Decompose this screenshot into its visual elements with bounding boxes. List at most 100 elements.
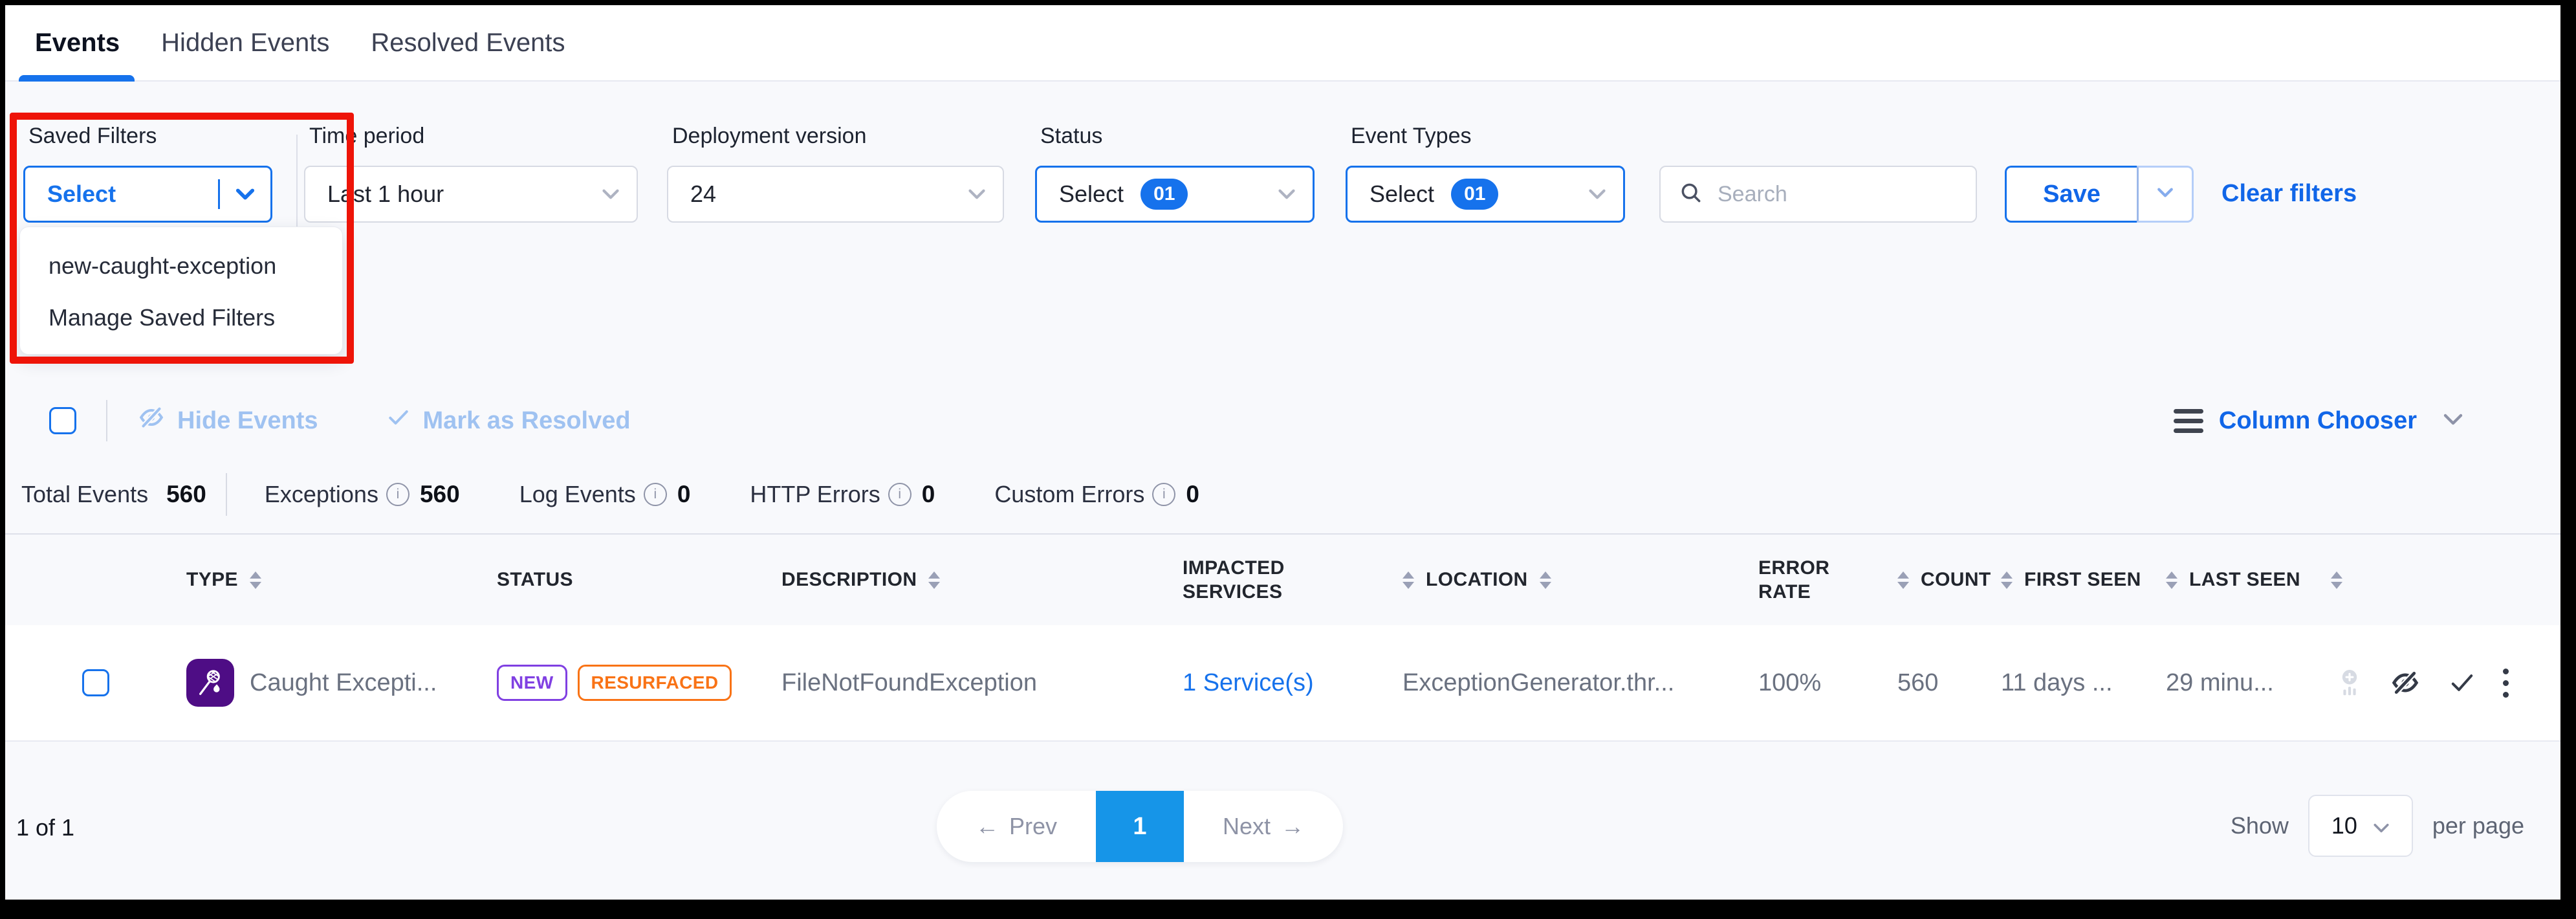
tab-events[interactable]: Events	[35, 5, 120, 80]
status-value: Select	[1059, 181, 1124, 208]
saved-filters-divider	[218, 179, 220, 209]
row-impacted-services-link[interactable]: 1 Service(s)	[1183, 669, 1403, 697]
next-page-button[interactable]: Next →	[1184, 791, 1343, 862]
time-period-value: Last 1 hour	[327, 181, 444, 208]
per-page-suffix: per page	[2432, 812, 2524, 839]
pagination-bar: 1 of 1 ← Prev 1 Next → Show 10	[5, 787, 2560, 865]
stat-http-errors: HTTP Errors i 0	[750, 481, 935, 508]
status-badge-new: NEW	[497, 665, 567, 701]
dropdown-item-manage-saved-filters[interactable]: Manage Saved Filters	[20, 292, 342, 344]
select-all-checkbox[interactable]	[49, 407, 76, 434]
sort-icon	[928, 571, 940, 589]
saved-filters-select[interactable]: Select	[23, 166, 272, 223]
http-errors-label: HTTP Errors	[750, 481, 880, 508]
tab-events-label: Events	[35, 28, 120, 58]
header-error-rate-label: ERROR RATE	[1758, 556, 1849, 604]
sort-icon	[2001, 571, 2013, 589]
info-icon[interactable]: i	[644, 483, 667, 506]
deployment-version-label: Deployment version	[672, 123, 1004, 149]
header-last-seen[interactable]: LAST SEEN	[2166, 569, 2331, 591]
filter-separator	[296, 135, 298, 227]
status-group: Status Select 01	[1035, 123, 1315, 223]
stat-exceptions: Exceptions i 560	[265, 481, 460, 508]
stat-log-events: Log Events i 0	[519, 481, 691, 508]
header-location[interactable]: LOCATION	[1403, 569, 1758, 591]
header-last-seen-label: LAST SEEN	[2189, 569, 2300, 591]
save-button[interactable]: Save	[2005, 166, 2137, 223]
custom-errors-value: 0	[1186, 481, 1199, 508]
header-type[interactable]: TYPE	[186, 569, 497, 591]
status-select[interactable]: Select 01	[1035, 166, 1315, 223]
event-types-group: Event Types Select 01	[1346, 123, 1625, 223]
header-error-rate[interactable]: ERROR RATE	[1758, 556, 1897, 604]
custom-errors-label: Custom Errors	[994, 481, 1144, 508]
event-row[interactable]: Caught Excepti... NEW RESURFACED FileNot…	[5, 625, 2560, 742]
search-icon	[1679, 181, 1703, 208]
row-count: 560	[1897, 669, 2001, 697]
dropdown-item-new-caught-exception[interactable]: new-caught-exception	[20, 240, 342, 292]
row-checkbox[interactable]	[82, 669, 109, 696]
pager: ← Prev 1 Next →	[937, 791, 1343, 862]
header-actions-spacer	[2331, 571, 2560, 589]
sort-icon	[250, 571, 261, 589]
events-table-header: TYPE STATUS DESCRIPTION IMPACTED SERVICE…	[5, 535, 2560, 625]
show-label: Show	[2231, 812, 2289, 839]
hide-event-icon[interactable]	[2389, 669, 2421, 697]
row-last-seen: 29 minu...	[2166, 669, 2331, 697]
prev-page-button[interactable]: ← Prev	[937, 791, 1096, 862]
row-type-cell: Caught Excepti...	[186, 659, 497, 707]
check-icon	[386, 406, 411, 436]
deployment-version-value: 24	[690, 181, 716, 208]
event-types-select[interactable]: Select 01	[1346, 166, 1625, 223]
row-error-rate: 100%	[1758, 669, 1897, 697]
row-status-cell: NEW RESURFACED	[497, 665, 781, 701]
hide-events-button[interactable]: Hide Events	[137, 404, 318, 437]
page-number-button[interactable]: 1	[1096, 791, 1184, 862]
sort-icon	[2331, 571, 2342, 589]
status-label: Status	[1040, 123, 1315, 149]
mark-resolved-button[interactable]: Mark as Resolved	[386, 406, 631, 436]
clear-filters-link[interactable]: Clear filters	[2221, 180, 2357, 208]
kebab-menu-icon[interactable]	[2503, 669, 2509, 698]
http-errors-value: 0	[922, 481, 935, 508]
tab-hidden-events[interactable]: Hidden Events	[161, 5, 329, 80]
chevron-down-icon	[2443, 413, 2463, 429]
info-icon[interactable]: i	[888, 483, 911, 506]
row-checkbox-cell	[5, 669, 186, 696]
time-period-group: Time period Last 1 hour	[304, 123, 638, 223]
deployment-version-select[interactable]: 24	[667, 166, 1004, 223]
header-count[interactable]: COUNT	[1897, 569, 2001, 591]
saved-filters-group: Saved Filters Select	[23, 123, 272, 223]
tab-resolved-events[interactable]: Resolved Events	[371, 5, 565, 80]
events-content: Saved Filters Select new-caught-exceptio…	[5, 82, 2560, 900]
saved-filters-label: Saved Filters	[28, 123, 272, 149]
metrics-icon[interactable]	[2336, 668, 2363, 698]
save-button-label: Save	[2043, 181, 2101, 208]
tab-hidden-events-label: Hidden Events	[161, 28, 329, 58]
info-icon[interactable]: i	[386, 483, 409, 506]
stat-custom-errors: Custom Errors i 0	[994, 481, 1199, 508]
chevron-down-icon	[2157, 187, 2174, 201]
column-chooser-button[interactable]: Column Chooser	[2174, 407, 2463, 435]
header-impacted-services[interactable]: IMPACTED SERVICES	[1183, 556, 1403, 604]
save-options-button[interactable]	[2137, 166, 2194, 223]
chevron-down-icon	[1588, 188, 1606, 200]
row-first-seen: 11 days ...	[2001, 669, 2166, 697]
time-period-select[interactable]: Last 1 hour	[304, 166, 638, 223]
search-input[interactable]	[1716, 181, 2005, 208]
events-app-window: Events Hidden Events Resolved Events Sav…	[5, 5, 2560, 900]
header-location-label: LOCATION	[1426, 569, 1528, 591]
info-icon[interactable]: i	[1152, 483, 1175, 506]
header-first-seen[interactable]: FIRST SEEN	[2001, 569, 2166, 591]
next-label: Next	[1223, 813, 1271, 840]
per-page-select[interactable]: 10	[2308, 795, 2413, 857]
resolve-event-icon[interactable]	[2447, 670, 2477, 696]
save-split-button: Save	[2005, 166, 2194, 223]
header-description[interactable]: DESCRIPTION	[781, 569, 1183, 591]
header-type-label: TYPE	[186, 569, 238, 591]
page-summary: 1 of 1	[16, 814, 74, 841]
sort-icon	[1403, 571, 1414, 589]
saved-filters-dropdown: new-caught-exception Manage Saved Filter…	[19, 227, 343, 355]
per-page-value: 10	[2331, 812, 2357, 839]
log-events-label: Log Events	[519, 481, 636, 508]
